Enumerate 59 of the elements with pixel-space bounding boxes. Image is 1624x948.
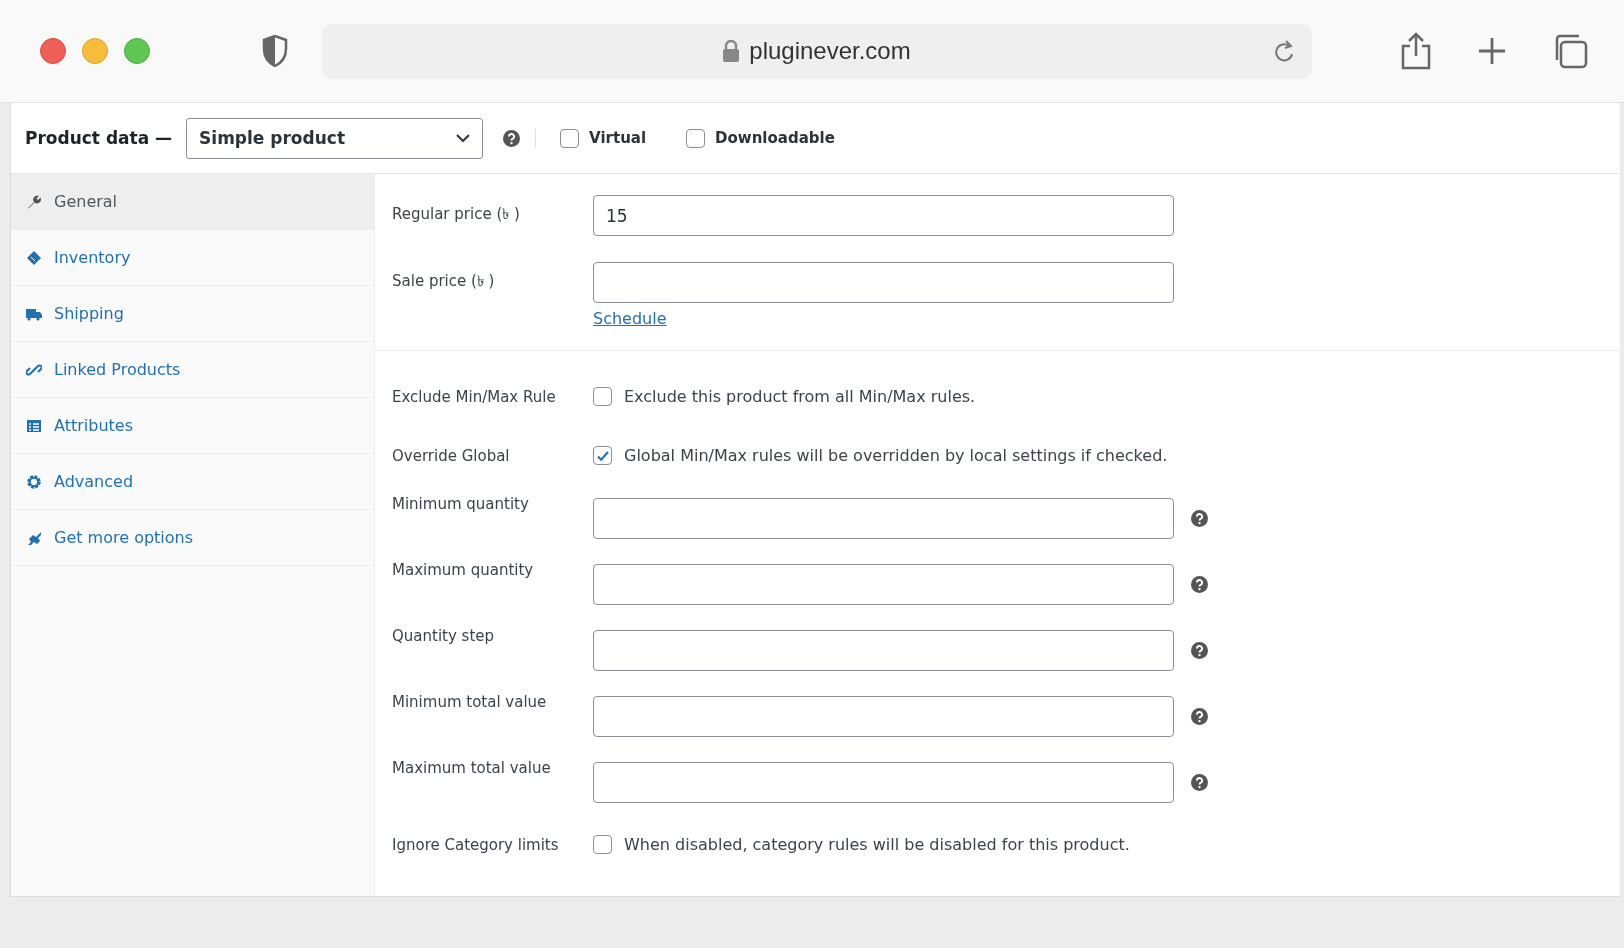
sidebar-tab[interactable]: Linked Products xyxy=(11,342,374,398)
product-type-select[interactable]: Simple product xyxy=(186,117,484,159)
share-icon[interactable] xyxy=(1400,32,1432,70)
tag-icon xyxy=(26,249,42,266)
sidebar-tab[interactable]: Shipping xyxy=(11,286,374,342)
checkbox[interactable] xyxy=(593,446,612,465)
schedule-link[interactable]: Schedule xyxy=(593,309,667,328)
price-input[interactable] xyxy=(593,262,1174,303)
checkbox[interactable] xyxy=(593,835,612,854)
checkbox-description: When disabled, category rules will be disabled for this product. xyxy=(624,835,1130,854)
checkbox-description: Exclude this product from all Min/Max rules. xyxy=(624,387,976,406)
field-label: Sale price (৳ ) xyxy=(392,271,496,292)
link-icon xyxy=(26,361,42,378)
price-input[interactable]: 15 xyxy=(593,195,1174,236)
sidebar-tab[interactable]: Attributes xyxy=(11,398,374,454)
list-icon xyxy=(26,417,42,434)
reload-icon[interactable] xyxy=(1274,39,1296,64)
help-icon[interactable] xyxy=(503,129,521,147)
number-input[interactable] xyxy=(593,629,1174,671)
number-input[interactable] xyxy=(593,695,1174,737)
sidebar-tab[interactable]: General xyxy=(11,174,374,230)
field-label: Maximum total value xyxy=(392,758,552,777)
help-icon[interactable] xyxy=(1191,509,1208,527)
help-icon[interactable] xyxy=(1191,707,1208,725)
number-input[interactable] xyxy=(593,497,1174,539)
close-window-button[interactable] xyxy=(40,38,66,64)
field-label: Minimum total value xyxy=(392,692,548,711)
option-label[interactable]: Virtual xyxy=(589,129,647,147)
minimize-window-button[interactable] xyxy=(82,38,108,64)
lock-icon xyxy=(723,40,740,62)
sidebar-tab[interactable]: Inventory xyxy=(11,230,374,286)
help-icon[interactable] xyxy=(1191,773,1208,791)
zoom-window-button[interactable] xyxy=(124,38,150,64)
field-label: Exclude Min/Max Rule xyxy=(392,387,557,406)
field-label: Ignore Category limits xyxy=(392,835,560,854)
wrench-icon xyxy=(26,193,42,210)
field-label: Regular price (৳ ) xyxy=(392,204,521,225)
sidebar-tab[interactable]: Get more options xyxy=(11,510,374,566)
option-label[interactable]: Downloadable xyxy=(715,129,835,147)
checkbox[interactable] xyxy=(560,128,580,148)
checkbox[interactable] xyxy=(593,387,612,406)
new-tab-icon[interactable] xyxy=(1478,37,1506,65)
field-label: Maximum quantity xyxy=(392,560,535,579)
field-label: Override Global xyxy=(392,446,511,465)
help-icon[interactable] xyxy=(1191,575,1208,593)
checkbox[interactable] xyxy=(686,128,706,148)
checkbox-description: Global Min/Max rules will be overridden by local settings if checked. xyxy=(624,446,1168,465)
field-label: Quantity step xyxy=(392,626,496,645)
shield-icon[interactable] xyxy=(262,35,288,67)
gear-icon xyxy=(26,473,42,490)
address-bar[interactable]: pluginever.com xyxy=(322,23,1312,79)
number-input[interactable] xyxy=(593,563,1174,605)
sidebar-tab[interactable]: Advanced xyxy=(11,454,374,510)
number-input[interactable] xyxy=(593,761,1174,803)
field-label: Minimum quantity xyxy=(392,494,530,513)
chevron-down-icon xyxy=(456,133,471,143)
url-text: pluginever.com xyxy=(749,37,911,65)
panel-title: Product data — xyxy=(25,128,173,148)
help-icon[interactable] xyxy=(1191,641,1208,659)
